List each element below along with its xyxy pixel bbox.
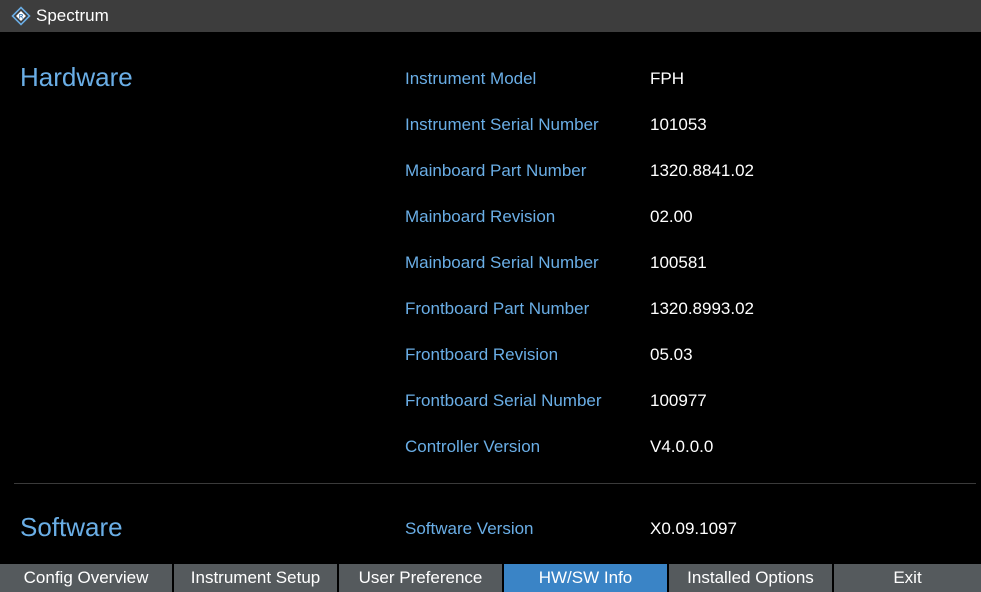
info-row-frontboard-part: Frontboard Part Number 1320.8993.02 xyxy=(405,286,754,332)
software-section-title: Software xyxy=(20,512,123,542)
info-row-instrument-model: Instrument Model FPH xyxy=(405,56,754,102)
info-label: Instrument Serial Number xyxy=(405,115,599,134)
info-row-software-version: Software Version X0.09.1097 xyxy=(405,506,737,552)
info-value: V4.0.0.0 xyxy=(650,437,714,456)
info-value: 1320.8993.02 xyxy=(650,299,754,318)
info-value: 101053 xyxy=(650,115,707,134)
info-label: Mainboard Serial Number xyxy=(405,253,599,272)
info-row-mainboard-serial: Mainboard Serial Number 100581 xyxy=(405,240,754,286)
info-label: Instrument Model xyxy=(405,69,537,88)
svg-text:R: R xyxy=(19,15,24,21)
hardware-section-title: Hardware xyxy=(20,62,133,92)
info-label: Mainboard Revision xyxy=(405,207,556,226)
info-row-mainboard-revision: Mainboard Revision 02.00 xyxy=(405,194,754,240)
info-row-controller-version: Controller Version V4.0.0.0 xyxy=(405,424,754,470)
title-bar: R Spectrum xyxy=(0,0,981,32)
info-label: Frontboard Revision xyxy=(405,345,559,364)
exit-button[interactable]: Exit xyxy=(834,564,981,592)
info-row-instrument-serial: Instrument Serial Number 101053 xyxy=(405,102,754,148)
info-value: 05.03 xyxy=(650,345,693,364)
info-label: Software Version xyxy=(405,519,534,538)
app-title: Spectrum xyxy=(36,6,109,25)
hardware-info-list: Instrument Model FPH Instrument Serial N… xyxy=(405,56,754,470)
info-value: 100977 xyxy=(650,391,707,410)
info-label: Controller Version xyxy=(405,437,541,456)
rohde-schwarz-logo-icon: R xyxy=(10,5,32,27)
tab-installed-options[interactable]: Installed Options xyxy=(669,564,832,592)
info-value: 02.00 xyxy=(650,207,693,226)
tab-config-overview[interactable]: Config Overview xyxy=(0,564,172,592)
info-row-frontboard-serial: Frontboard Serial Number 100977 xyxy=(405,378,754,424)
info-value: 100581 xyxy=(650,253,707,272)
tab-hw-sw-info[interactable]: HW/SW Info xyxy=(504,564,667,592)
tab-instrument-setup[interactable]: Instrument Setup xyxy=(174,564,337,592)
main-content: Hardware Instrument Model FPH Instrument… xyxy=(0,32,981,564)
software-info-list: Software Version X0.09.1097 xyxy=(405,506,737,552)
info-label: Frontboard Serial Number xyxy=(405,391,602,410)
bottom-softkey-bar: Config Overview Instrument Setup User Pr… xyxy=(0,564,981,592)
info-value: X0.09.1097 xyxy=(650,519,737,538)
tab-user-preference[interactable]: User Preference xyxy=(339,564,502,592)
info-row-frontboard-revision: Frontboard Revision 05.03 xyxy=(405,332,754,378)
section-divider xyxy=(14,483,976,484)
info-label: Frontboard Part Number xyxy=(405,299,590,318)
info-row-mainboard-part: Mainboard Part Number 1320.8841.02 xyxy=(405,148,754,194)
info-value: 1320.8841.02 xyxy=(650,161,754,180)
info-label: Mainboard Part Number xyxy=(405,161,587,180)
info-value: FPH xyxy=(650,69,684,88)
